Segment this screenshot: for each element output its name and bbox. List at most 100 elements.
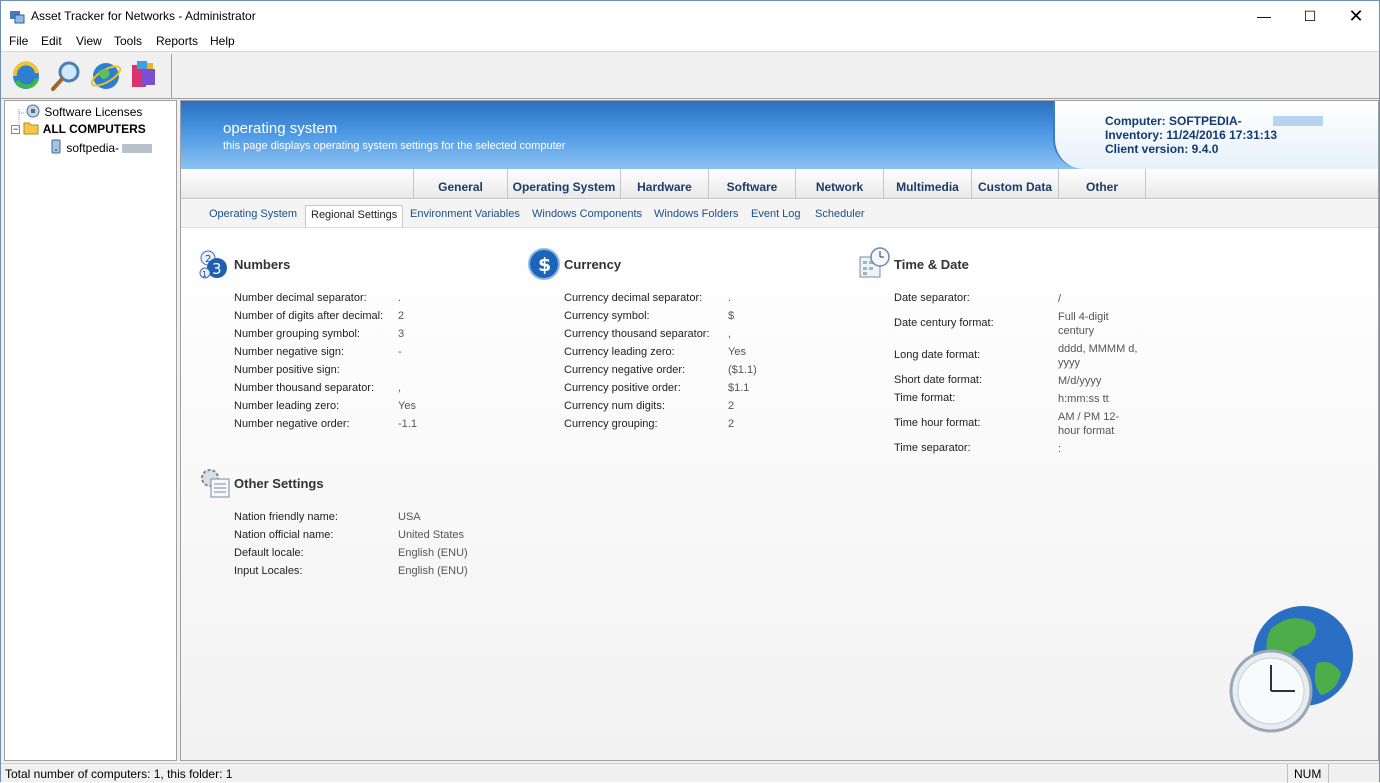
- tree-item-all-computers[interactable]: − ALL COMPUTERS: [11, 121, 146, 136]
- maximize-button[interactable]: ☐: [1287, 1, 1333, 31]
- setting-label: Currency positive order:: [564, 382, 681, 394]
- tree-item-label: ALL COMPUTERS: [42, 122, 146, 136]
- menu-edit[interactable]: Edit: [41, 34, 62, 48]
- subtab-scheduler[interactable]: Scheduler: [810, 205, 870, 227]
- menu-reports[interactable]: Reports: [156, 34, 198, 48]
- tab-custom-data[interactable]: Custom Data: [971, 169, 1058, 199]
- calendar-clock-icon: [859, 247, 890, 278]
- page-subtitle: this page displays operating system sett…: [223, 140, 566, 152]
- window-title: Asset Tracker for Networks - Administrat…: [31, 9, 256, 23]
- setting-label: Currency decimal separator:: [564, 292, 703, 304]
- num-lock-indicator: NUM: [1287, 764, 1329, 783]
- content-panel: operating system this page displays oper…: [180, 100, 1379, 761]
- setting-value: 2: [728, 400, 735, 412]
- subtab-operating-system[interactable]: Operating System: [204, 205, 302, 227]
- menu-help[interactable]: Help: [210, 34, 235, 48]
- setting-value: M/d/yyyy: [1058, 375, 1102, 387]
- menu-file[interactable]: File: [9, 34, 28, 48]
- globe-clock-icon: [1229, 606, 1353, 733]
- setting-value: 3: [398, 328, 405, 340]
- setting-value: ,: [398, 382, 402, 394]
- setting-value: ($1.1): [728, 364, 757, 376]
- setting-label: Number of digits after decimal:: [234, 310, 384, 322]
- package-icon[interactable]: [127, 59, 161, 93]
- subtab-environment-variables[interactable]: Environment Variables: [405, 205, 525, 227]
- tree-item-label: softpedia-: [66, 141, 120, 155]
- tab-hardware[interactable]: Hardware: [620, 169, 708, 199]
- tree-item-software-licenses[interactable]: Software Licenses: [25, 103, 142, 119]
- setting-label: Number negative sign:: [234, 346, 345, 358]
- computer-name: Computer: SOFTPEDIA-: [1105, 114, 1242, 128]
- svg-text:$: $: [538, 254, 551, 276]
- settings-body: 2 3 1 Numbers Number decimal separator:.…: [181, 229, 1378, 760]
- settings-icon: [201, 469, 230, 498]
- setting-label: Currency negative order:: [564, 364, 686, 376]
- setting-value: English (ENU): [398, 565, 468, 577]
- setting-value: 2: [728, 418, 735, 430]
- banner: operating system this page displays oper…: [181, 101, 1378, 169]
- setting-label: Number decimal separator:: [234, 292, 367, 304]
- tab-network[interactable]: Network: [795, 169, 883, 199]
- menu-bar: File Edit View Tools Reports Help: [1, 31, 1379, 52]
- setting-label: Nation official name:: [234, 529, 334, 541]
- computer-info-panel: Computer: SOFTPEDIA- Inventory: 11/24/20…: [1053, 101, 1378, 169]
- setting-label: Input Locales:: [234, 565, 303, 577]
- timedate-title: Time & Date: [894, 257, 969, 272]
- status-text: Total number of computers: 1, this folde…: [5, 767, 233, 781]
- setting-label: Currency symbol:: [564, 310, 650, 322]
- title-bar: Asset Tracker for Networks - Administrat…: [1, 1, 1379, 31]
- menu-tools[interactable]: Tools: [114, 34, 142, 48]
- computer-tree: Software Licenses − ALL COMPUTERS softpe…: [4, 100, 177, 761]
- status-bar: Total number of computers: 1, this folde…: [1, 763, 1379, 783]
- setting-value: h:mm:ss tt: [1058, 393, 1109, 405]
- tab-other[interactable]: Other: [1058, 169, 1146, 199]
- menu-view[interactable]: View: [76, 34, 102, 48]
- toolbar: [1, 53, 1379, 99]
- setting-value: Yes: [728, 346, 746, 358]
- refresh-icon[interactable]: [9, 59, 43, 93]
- redacted-block: [122, 144, 153, 153]
- numbers-icon: 2 3 1: [199, 250, 227, 279]
- setting-value: .: [728, 292, 732, 304]
- sub-tabs: Operating System Regional Settings Envir…: [181, 200, 1378, 228]
- setting-label: Date separator:: [894, 292, 970, 304]
- main-tabs: General Operating System Hardware Softwa…: [181, 169, 1378, 199]
- setting-label: Currency num digits:: [564, 400, 665, 412]
- subtab-event-log[interactable]: Event Log: [746, 205, 806, 227]
- setting-value: ,: [728, 328, 732, 340]
- minimize-button[interactable]: —: [1241, 1, 1287, 31]
- setting-value: AM / PM 12-hour format: [1058, 411, 1120, 437]
- tab-software[interactable]: Software: [708, 169, 795, 199]
- tree-item-computer[interactable]: softpedia-: [49, 139, 153, 155]
- setting-value: Yes: [398, 400, 416, 412]
- setting-label: Default locale:: [234, 547, 304, 559]
- toolbar-group: [3, 54, 172, 98]
- licenses-icon: [26, 104, 40, 118]
- numbers-title: Numbers: [234, 257, 291, 272]
- setting-value: 2: [398, 310, 405, 322]
- client-version: Client version: 9.4.0: [1105, 142, 1219, 156]
- setting-label: Time format:: [894, 392, 956, 404]
- subtab-windows-folders[interactable]: Windows Folders: [649, 205, 743, 227]
- setting-label: Time hour format:: [894, 417, 981, 429]
- setting-label: Number thousand separator:: [234, 382, 375, 394]
- setting-value: English (ENU): [398, 547, 468, 559]
- globe-icon[interactable]: [89, 59, 123, 93]
- collapse-icon[interactable]: −: [11, 125, 20, 134]
- setting-label: Number leading zero:: [234, 400, 340, 412]
- setting-value: $: [728, 310, 735, 322]
- setting-label: Currency thousand separator:: [564, 328, 710, 340]
- subtab-windows-components[interactable]: Windows Components: [527, 205, 647, 227]
- setting-value: USA: [398, 511, 421, 523]
- tab-multimedia[interactable]: Multimedia: [883, 169, 971, 199]
- svg-text:3: 3: [212, 260, 222, 278]
- setting-value: Full 4-digit century: [1058, 311, 1109, 337]
- setting-value: dddd, MMMM d, yyyy: [1058, 343, 1138, 369]
- tab-operating-system[interactable]: Operating System: [507, 169, 620, 199]
- setting-label: Short date format:: [894, 374, 983, 386]
- search-icon[interactable]: [49, 59, 83, 93]
- app-icon: [10, 11, 25, 24]
- tab-general[interactable]: General: [413, 169, 507, 199]
- subtab-regional-settings[interactable]: Regional Settings: [305, 205, 404, 227]
- close-button[interactable]: ✕: [1333, 1, 1379, 31]
